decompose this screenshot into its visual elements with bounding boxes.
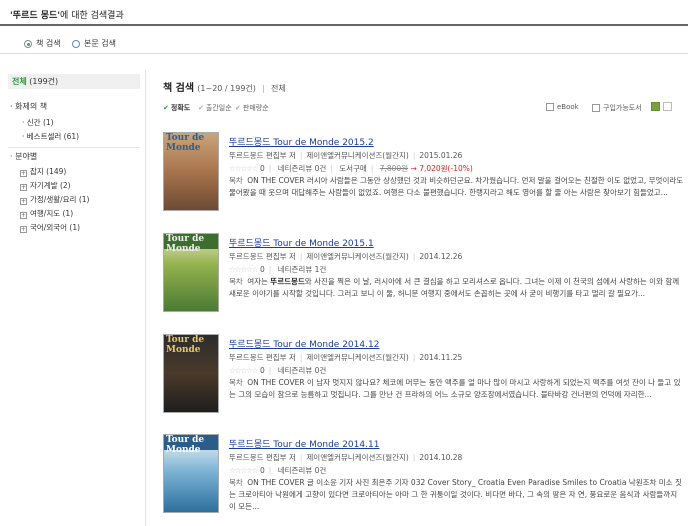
sort-accuracy[interactable]: ✔ 정확도: [163, 103, 190, 113]
star-rating-icon: ☆☆☆☆☆: [229, 164, 259, 173]
result-description: 목차 ON THE COVER 러시아 사람들은 그동안 상상했던 것과 비슷하…: [229, 176, 684, 197]
sort-sales[interactable]: ✔ 판매량순: [235, 103, 269, 113]
result-meta: 뚜르드몽드 편집부 저 | 제이앤엘커뮤니케이션즈(월간지) | 2015.01.26: [229, 151, 463, 160]
result-rating-row: ☆☆☆☆☆ 0 | 네티즌리뷰 0건: [229, 366, 327, 375]
check-icon: ✔: [235, 104, 241, 112]
list-view-icon[interactable]: [663, 102, 672, 111]
book-search-radio[interactable]: 책 검색: [24, 38, 61, 49]
topic-item-new[interactable]: · 신간 (1): [22, 117, 54, 128]
sort-date[interactable]: ✔ 출간일순: [198, 103, 232, 113]
review-link[interactable]: 네티즌리뷰 0건: [278, 366, 327, 375]
category-item-magazine[interactable]: + 잡지 (149): [20, 166, 66, 177]
category-item-home[interactable]: + 가정/생활/요리 (1): [20, 194, 89, 205]
result-meta: 뚜르드몽드 편집부 저 | 제이앤엘커뮤니케이션즈(월간지) | 2014.12.26: [229, 252, 463, 261]
grid-view-icon[interactable]: [651, 102, 660, 111]
result-rating-row: ☆☆☆☆☆ 0 | 네티즌리뷰 1건: [229, 265, 327, 274]
check-icon: ✔: [163, 104, 169, 112]
checkbox-icon: [546, 103, 554, 111]
topic-item-bestseller[interactable]: · 베스트셀러 (61): [22, 131, 79, 142]
fulltext-search-label: 본문 검색: [84, 39, 116, 48]
search-query: '뚜르드 몽드': [10, 11, 61, 21]
result-type[interactable]: 전체: [271, 84, 286, 93]
filter-all-label: 전체: [12, 77, 27, 86]
sale-price: 7,020원(-10%): [419, 164, 473, 173]
result-title-link[interactable]: 뚜르드몽드 Tour de Monde 2015.1: [229, 236, 374, 249]
cover-masthead: Tour de Monde: [166, 335, 205, 355]
result-count: (1~20 / 199건): [197, 84, 256, 93]
expand-plus-icon: +: [20, 212, 27, 219]
fulltext-search-radio[interactable]: 본문 검색: [72, 38, 116, 49]
expand-plus-icon: +: [20, 198, 27, 205]
book-cover-image[interactable]: Tour de Monde: [163, 132, 219, 211]
result-heading: 책 검색 (1~20 / 199건) | 전체: [163, 79, 286, 94]
heading-divider: |: [262, 84, 265, 93]
book-cover-image[interactable]: Tour de Monde: [163, 434, 219, 513]
topic-heading: · 화제의 책: [10, 102, 48, 111]
filter-sidebar: 전체 (199건) · 화제의 책 · 신간 (1) · 베스트셀러 (61) …: [0, 70, 146, 526]
cover-masthead: Tour de Monde: [164, 234, 218, 254]
search-scope-bar: 책 검색 본문 검색: [0, 30, 688, 54]
result-title-link[interactable]: 뚜르드몽드 Tour de Monde 2015.2: [229, 135, 374, 148]
cover-masthead: Tour de Monde: [164, 435, 218, 455]
filter-all-count: (199건): [29, 77, 59, 86]
category-item-travel[interactable]: + 여행/지도 (1): [20, 208, 73, 219]
expand-plus-icon: +: [20, 226, 27, 233]
result-rating-row: ☆☆☆☆☆ 0 | 네티즌리뷰 0건 | 도서구매 | 7,800원 → 7,020원…: [229, 164, 473, 173]
expand-plus-icon: +: [20, 184, 27, 191]
check-icon: ✔: [198, 104, 204, 112]
book-search-label: 책 검색: [36, 39, 61, 48]
expand-plus-icon: +: [20, 170, 27, 177]
result-description: 목차 ON THE COVER 글 이소윤 기자 사진 최은주 기자 032 C…: [229, 478, 682, 511]
cover-masthead: Tour de Monde: [166, 133, 205, 153]
review-link[interactable]: 네티즌리뷰 0건: [278, 466, 327, 475]
search-result-header: '뚜르드 몽드'에 대한 검색결과: [0, 0, 688, 26]
filter-all[interactable]: 전체 (199건): [8, 74, 140, 89]
book-cover-image[interactable]: Tour de Monde: [163, 233, 219, 312]
result-title-link[interactable]: 뚜르드몽드 Tour de Monde 2014.12: [229, 337, 379, 350]
result-description: 목차 ON THE COVER 이 남자 멋지지 않나요? 체코에 머무는 동안…: [229, 378, 681, 399]
search-result-suffix: 에 대한 검색결과: [60, 11, 124, 21]
search-result-title: '뚜르드 몽드'에 대한 검색결과: [10, 8, 124, 21]
checkbox-icon: [592, 104, 600, 112]
price-arrow: →: [410, 164, 417, 173]
review-link[interactable]: 네티즌리뷰 0건: [278, 164, 327, 173]
category-heading: · 분야별: [10, 152, 38, 161]
star-rating-icon: ☆☆☆☆☆: [229, 466, 259, 475]
sort-bar: ✔ 정확도 ✔ 출간일순 ✔ 판매량순 eBook 구입가능도서: [160, 100, 680, 116]
star-rating-icon: ☆☆☆☆☆: [229, 265, 259, 274]
result-heading-title: 책 검색: [163, 83, 195, 94]
sidebar-divider: [8, 147, 140, 148]
radio-unselected-icon: [72, 39, 80, 48]
result-title-link[interactable]: 뚜르드몽드 Tour de Monde 2014.11: [229, 437, 379, 450]
ebook-filter[interactable]: eBook: [546, 103, 579, 111]
review-link[interactable]: 네티즌리뷰 1건: [278, 265, 327, 274]
result-description: 목차 여자는 뚜르드몽드와 사진을 찍은 이 날, 러시아에 서 큰 결심을 하…: [229, 277, 680, 298]
original-price: 7,800원: [379, 164, 409, 173]
book-cover-image[interactable]: Tour de Monde: [163, 334, 219, 413]
result-rating-row: ☆☆☆☆☆ 0 | 네티즌리뷰 0건: [229, 466, 327, 475]
result-meta: 뚜르드몽드 편집부 저 | 제이앤엘커뮤니케이션즈(월간지) | 2014.10.28: [229, 453, 463, 462]
category-item-selfhelp[interactable]: + 자기계발 (2): [20, 180, 71, 191]
result-meta: 뚜르드몽드 편집부 저 | 제이앤엘커뮤니케이션즈(월간지) | 2014.11.25: [229, 353, 463, 362]
star-rating-icon: ☆☆☆☆☆: [229, 366, 259, 375]
category-item-language[interactable]: + 국어/외국어 (1): [20, 222, 80, 233]
radio-selected-icon: [24, 39, 32, 48]
buy-label[interactable]: 도서구매: [339, 164, 367, 173]
available-filter[interactable]: 구입가능도서: [592, 103, 642, 113]
